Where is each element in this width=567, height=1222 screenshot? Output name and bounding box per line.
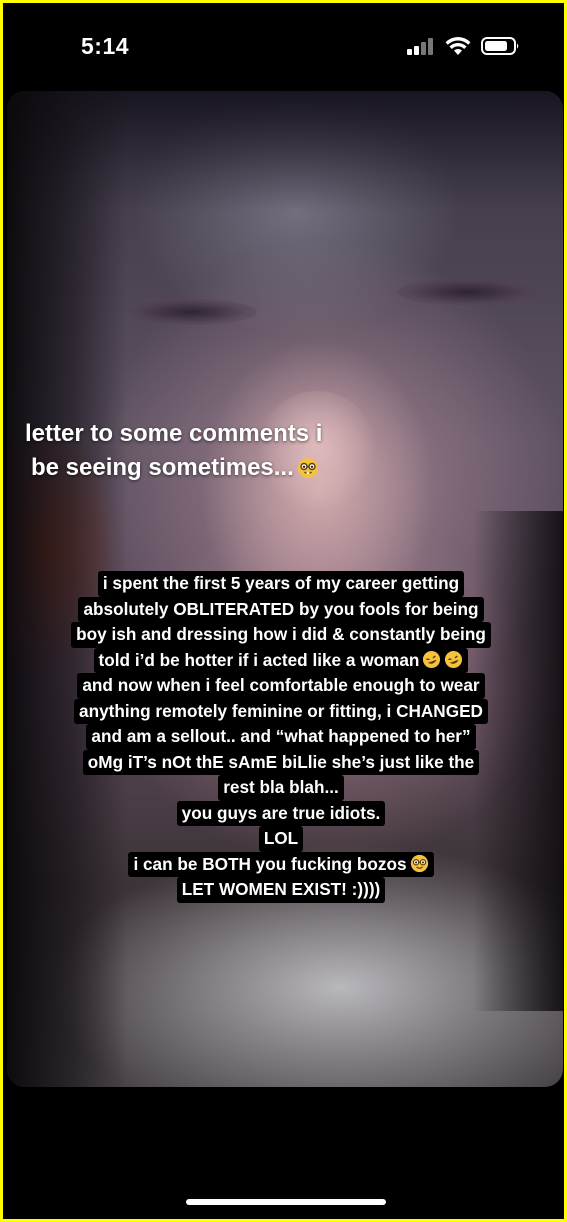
rofl-emoji-icon (445, 650, 463, 668)
caption-line: boy ish and dressing how i did & constan… (71, 622, 491, 648)
caption-line: and am a sellout.. and “what happened to… (86, 724, 476, 750)
photo-eye-left (127, 299, 257, 325)
headline-line-2: be seeing sometimes... (25, 451, 405, 485)
wifi-icon (445, 37, 471, 55)
status-time: 5:14 (81, 33, 130, 59)
caption-line: LET WOMEN EXIST! :)))) (176, 877, 386, 903)
photo-eye-right (397, 279, 537, 305)
caption-line: i spent the first 5 years of my career g… (97, 571, 465, 597)
caption-line: anything remotely feminine or fitting, i… (74, 698, 488, 724)
caption-line: you guys are true idiots. (176, 800, 386, 826)
battery-icon (481, 37, 519, 55)
cellular-signal-icon (407, 37, 437, 55)
status-bar: 5:14 (3, 3, 564, 91)
home-indicator[interactable] (186, 1199, 386, 1205)
phone-screen: 5:14 letter to some comments i be seeing (0, 0, 567, 1222)
caption-line: oMg iT’s nOt thE sAmE biLlie she’s just … (82, 749, 480, 775)
caption-line: absolutely OBLITERATED by you fools for … (78, 596, 484, 622)
caption-line: and now when i feel comfortable enough t… (77, 673, 485, 699)
headline-line-1: letter to some comments i (25, 420, 323, 447)
caption-line: LOL (258, 826, 304, 852)
story-caption: i spent the first 5 years of my career g… (3, 571, 559, 903)
nerd-face-emoji-icon (297, 458, 318, 478)
caption-line: i can be BOTH you fucking bozos (128, 851, 434, 877)
story-headline: letter to some comments i be seeing some… (25, 417, 405, 485)
caption-line: told i’d be hotter if i acted like a wom… (93, 647, 469, 673)
nerd-face-emoji-icon (410, 854, 428, 872)
caption-line: rest bla blah... (218, 775, 344, 801)
rofl-emoji-icon (423, 650, 441, 668)
